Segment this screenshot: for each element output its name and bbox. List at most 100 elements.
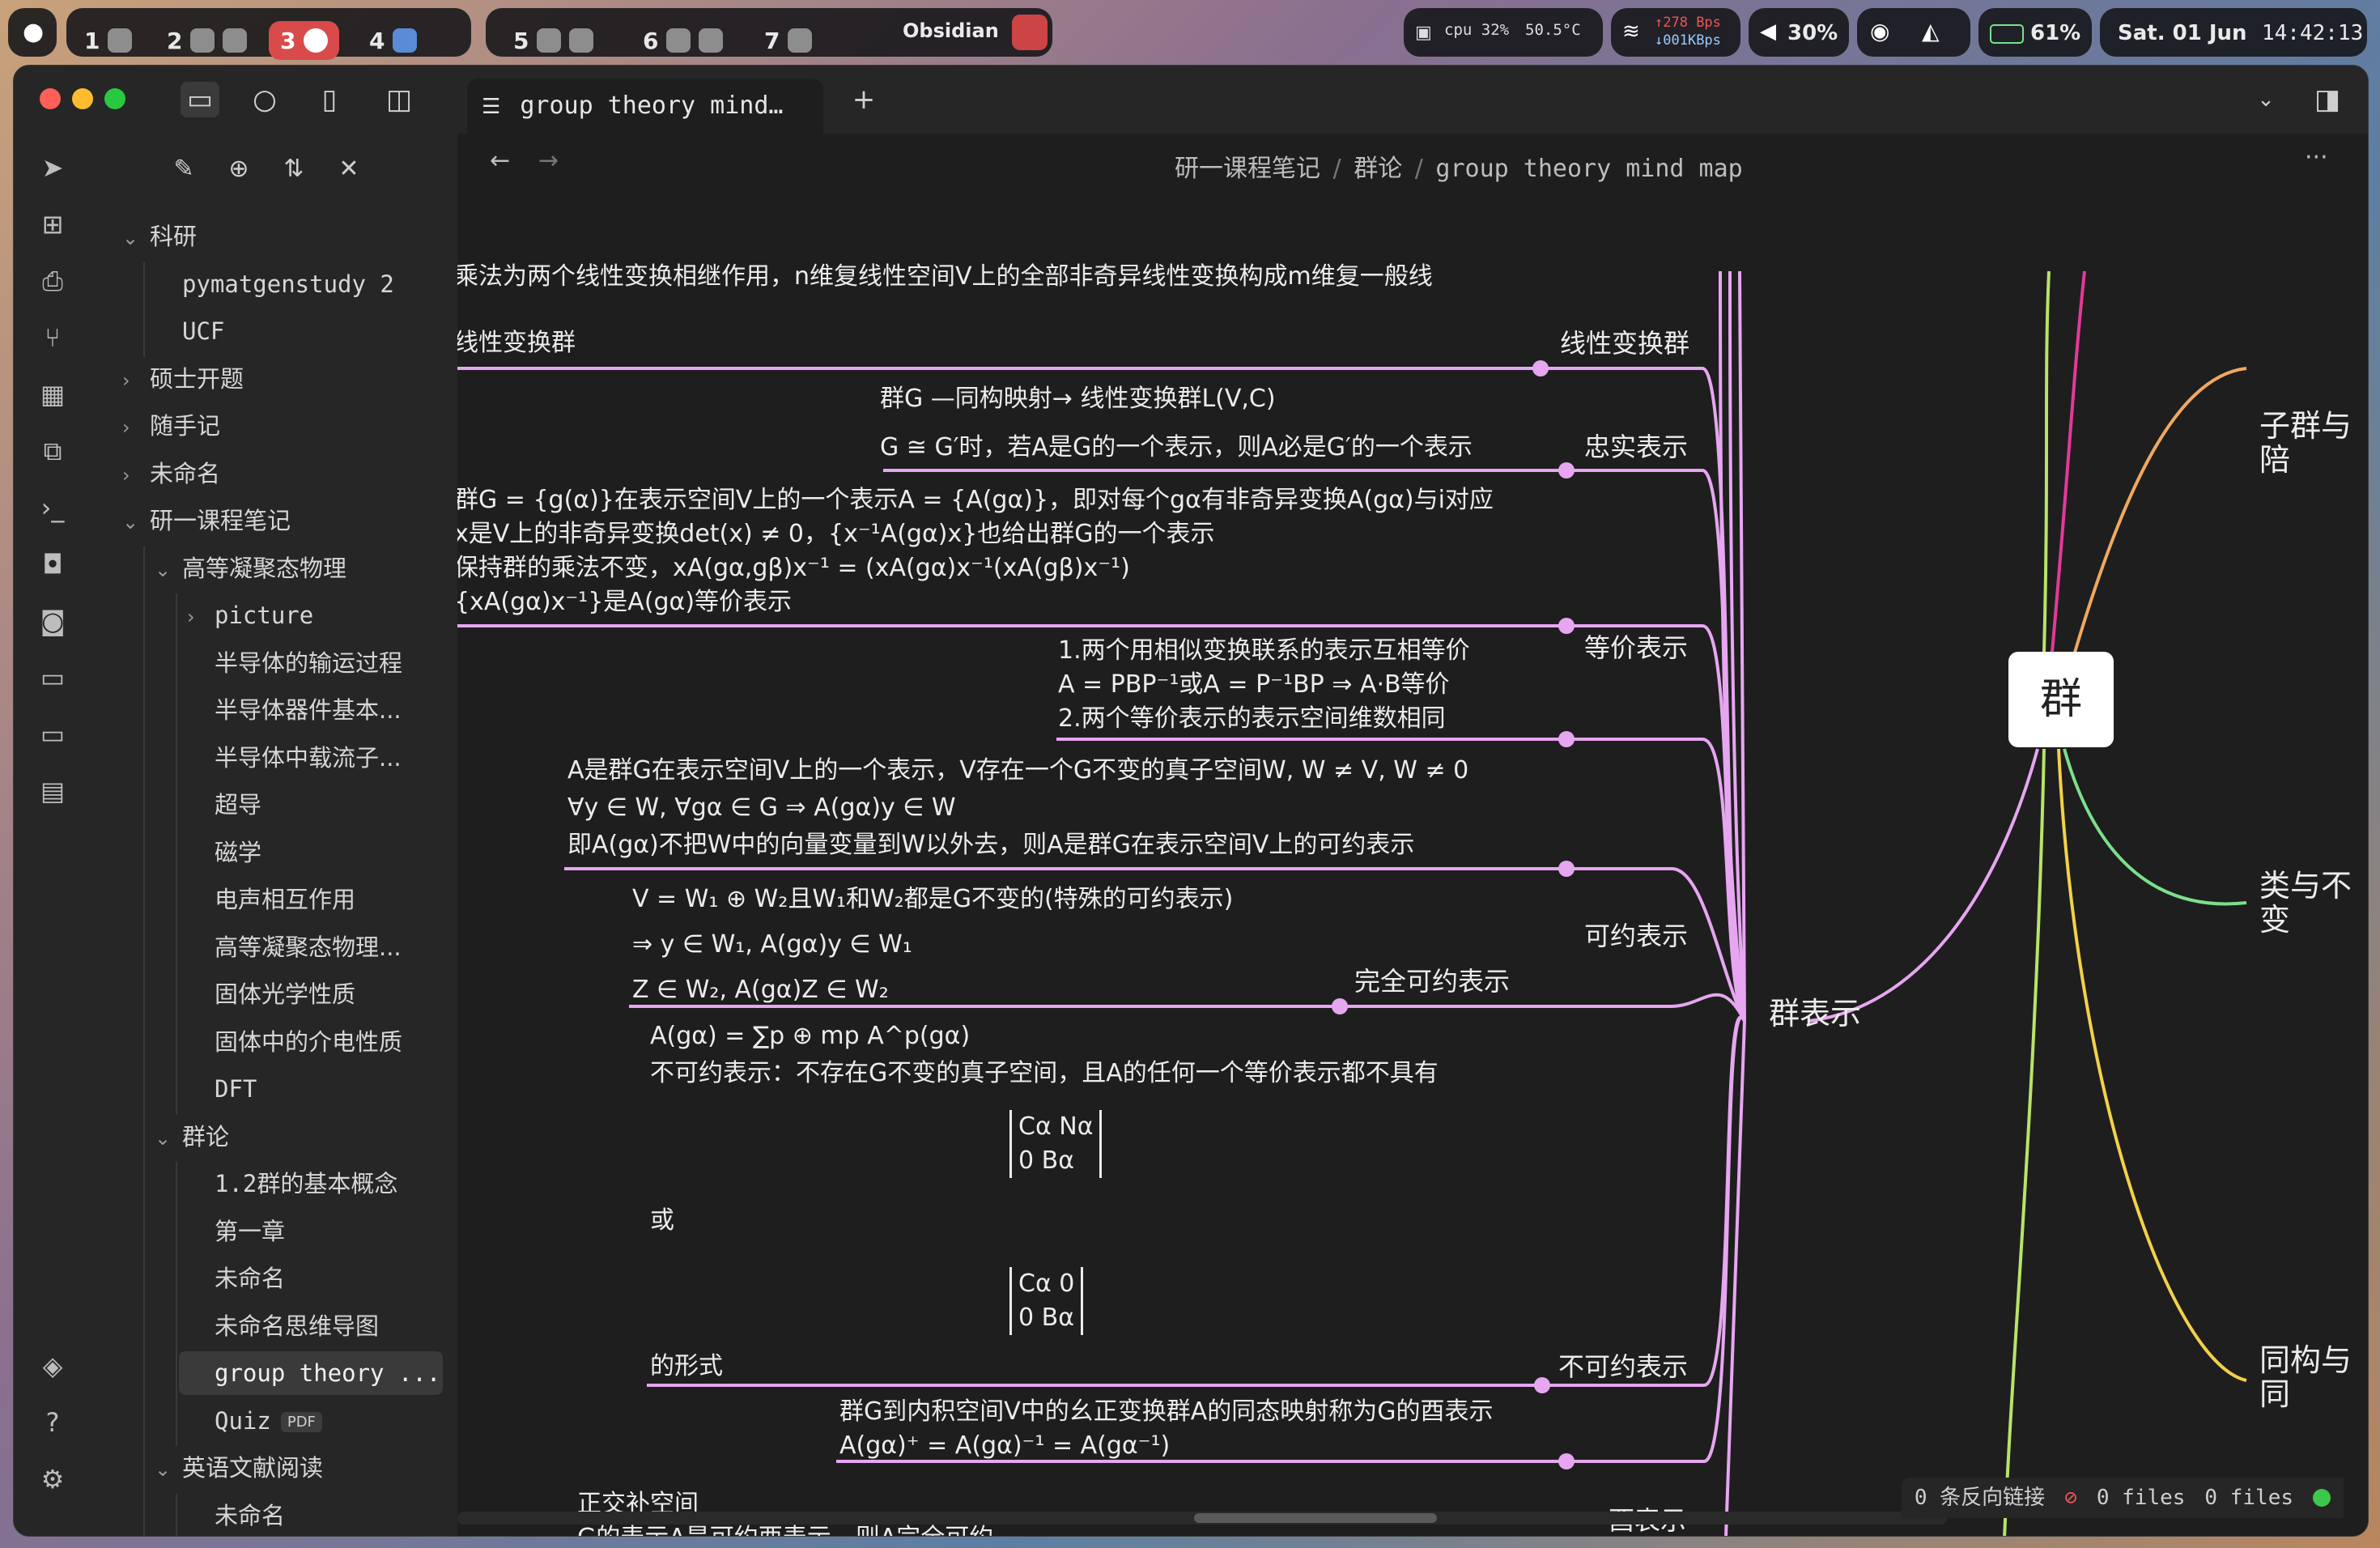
workspace-5[interactable]: 5 [502,21,605,60]
node-dot[interactable] [1534,1377,1550,1393]
chevron-down-icon[interactable]: ⌄ [122,216,150,260]
node-dot[interactable] [1532,360,1549,376]
node-text[interactable]: A是群G在表示空间V上的一个表示，V存在一个G不变的真子空间W, W ≠ V, … [567,752,1468,864]
terminal-icon[interactable]: ›_ [35,490,70,525]
node-dot[interactable] [1558,1453,1575,1469]
workspace-2[interactable]: 2 [155,21,258,60]
forward-arrow-icon[interactable]: → [538,147,559,175]
right-sidebar-toggle-icon[interactable]: ◨ [2308,82,2347,117]
tree-item[interactable]: 半导体中载流子... [187,736,402,780]
dashboard-icon[interactable]: ⊞ [35,206,70,242]
tree-item[interactable]: 半导体的输运过程 [187,641,402,685]
tree-item[interactable]: 电声相互作用 [187,878,355,921]
node-equivalent-rep[interactable]: 等价表示 [1584,631,1688,665]
tree-item[interactable]: 第一章 [187,1210,285,1253]
tree-item[interactable]: 半导体器件基本... [187,688,402,732]
tree-item[interactable]: 固体光学性质 [187,972,355,1016]
new-note-icon[interactable]: ✎ [166,151,202,187]
chevron-right-icon[interactable]: › [122,359,150,402]
new-tab-button[interactable]: + [844,82,883,117]
tree-item[interactable]: ⌄ 英语文献阅读 [155,1446,323,1490]
sidebar-toggle-icon[interactable]: ◫ [380,82,419,117]
sort-icon[interactable]: ⇅ [276,151,312,187]
tree-item[interactable]: › 硕士开题 [122,357,244,401]
node-group-representation[interactable]: 群表示 [1769,997,1861,1031]
node-subgroup-coset[interactable]: 子群与陪 [2259,409,2368,477]
qq-icon[interactable]: ◭ [1922,18,1940,45]
tree-item[interactable]: 超导 [187,783,261,827]
minimize-window-button[interactable] [72,88,93,109]
sync-status-icon[interactable] [2313,1489,2331,1507]
node-linear-transform-group[interactable]: 线性变换群 [1560,326,1689,360]
copy-icon[interactable]: ⧉ [35,433,70,469]
workspace-3[interactable]: 3 [269,21,340,60]
volume-widget[interactable]: ◀ 30% [1749,8,1849,57]
chevron-right-icon[interactable]: › [122,406,150,449]
node-text[interactable]: 群G —同构映射→ 线性变换群L(V,C) G ≅ G′时，若A是G的一个表示，… [880,375,1473,472]
node-root-group[interactable]: 群 [2008,652,2114,747]
node-reducible-rep[interactable]: 可约表示 [1584,919,1688,953]
calendar-icon[interactable]: ▦ [35,376,70,412]
zoom-window-button[interactable] [104,88,125,109]
tree-item[interactable]: group theory ... [179,1351,443,1395]
tab-group-theory[interactable]: ☰ group theory mind… × [467,79,823,177]
workspace-6[interactable]: 6 [631,21,734,60]
backlinks-count[interactable]: 0 条反向链接 [1915,1478,2045,1518]
wechat-icon[interactable]: ◉ [1870,18,1889,45]
bot-icon[interactable]: ◘ [35,546,70,582]
graph-icon[interactable]: ⑂ [35,320,70,355]
scrollbar-thumb[interactable] [1194,1513,1437,1523]
node-text[interactable]: 群G到内积空间V中的幺正变换群A的同态映射称为G的酉表示 A(gα)⁺ = A(… [839,1395,1494,1463]
tree-item[interactable]: 未命名思维导图 [187,1304,379,1348]
workspace-4[interactable]: 4 [358,21,428,60]
tree-item[interactable]: 固体中的介电性质 [187,1020,402,1064]
tree-item[interactable]: 未命名 [187,1257,285,1300]
node-text[interactable]: 群G = {g(α)}在表示空间V上的一个表示A = {A(gα)}，即对每个g… [457,483,1494,619]
tree-item[interactable]: UCF [155,309,224,353]
node-text[interactable]: V = W₁ ⊕ W₂且W₁和W₂都是G不变的(特殊的可约表示) ⇒ y ∈ W… [632,877,1233,1013]
tree-item[interactable]: ⌄ 高等凝聚态物理 [155,546,346,590]
monitor-icon[interactable]: ▭ [35,660,70,695]
more-options-icon[interactable]: ··· [2305,143,2328,172]
tree-item[interactable]: DFT [187,1067,257,1111]
sync-off-icon[interactable]: ⊘ [2064,1478,2077,1518]
tree-item[interactable]: ⌄ 研一课程笔记 [122,499,291,542]
workspace-1[interactable]: 1 [73,21,143,60]
node-faithful-rep[interactable]: 忠实表示 [1584,430,1688,464]
bookmark-icon[interactable]: ▯ [310,82,349,117]
chevron-down-icon[interactable]: ⌄ [2246,82,2285,117]
node-dot[interactable] [1332,998,1348,1014]
node-text[interactable]: 线性变换群 [457,326,576,360]
chevron-down-icon[interactable]: ⌄ [155,548,182,592]
search-icon[interactable]: ○ [245,82,284,117]
chevron-right-icon[interactable]: › [122,453,150,497]
breadcrumb-part[interactable]: 研一课程笔记 [1175,155,1320,183]
tree-item[interactable]: 未命名 [187,1494,285,1537]
breadcrumb-part[interactable]: 群论 [1354,155,1402,183]
vault-icon[interactable]: ◈ [35,1348,70,1384]
tree-item[interactable]: › 随手记 [122,404,220,448]
tree-item[interactable]: 磁学 [187,831,261,874]
collapse-all-icon[interactable]: ✕ [331,151,367,187]
node-text[interactable]: A(gα) = ∑p ⊕ mp A^p(gα) 不可约表示：不存在G不变的真子空… [650,1018,1439,1092]
robot-icon[interactable]: ◙ [35,603,70,639]
settings-icon[interactable]: ⚙ [35,1461,70,1497]
tree-item[interactable]: Quiz PDF [187,1399,322,1443]
clock[interactable]: Sat. 01 Jun 14:42:13 [2100,8,2367,57]
apple-menu[interactable]: ● [8,8,57,57]
chevron-down-icon[interactable]: ⌄ [155,1116,182,1160]
horizontal-scrollbar[interactable] [457,1512,1947,1525]
workspace-7[interactable]: 7 [753,21,823,60]
tree-item[interactable]: › 未命名 [122,452,220,495]
node-text[interactable]: 1.两个用相似变换联系的表示互相等价 A = PBP⁻¹或A = P⁻¹BP ⇒… [1058,634,1470,736]
display-icon[interactable]: ▭ [35,717,70,752]
tree-item[interactable]: › picture [187,593,313,637]
chevron-right-icon[interactable]: › [187,595,215,639]
files-icon[interactable]: ▭ [181,82,219,117]
node-text[interactable]: 乘法为两个线性变换相继作用，n维复线性空间V上的全部非奇异线性变换构成m维复一般… [457,260,1433,294]
node-completely-reducible-rep[interactable]: 完全可约表示 [1354,964,1510,998]
help-icon[interactable]: ? [35,1405,70,1440]
node-dot[interactable] [1558,462,1575,478]
tree-item[interactable]: pymatgenstudy 2 [155,262,394,306]
node-irreducible-rep[interactable]: 不可约表示 [1558,1350,1688,1384]
